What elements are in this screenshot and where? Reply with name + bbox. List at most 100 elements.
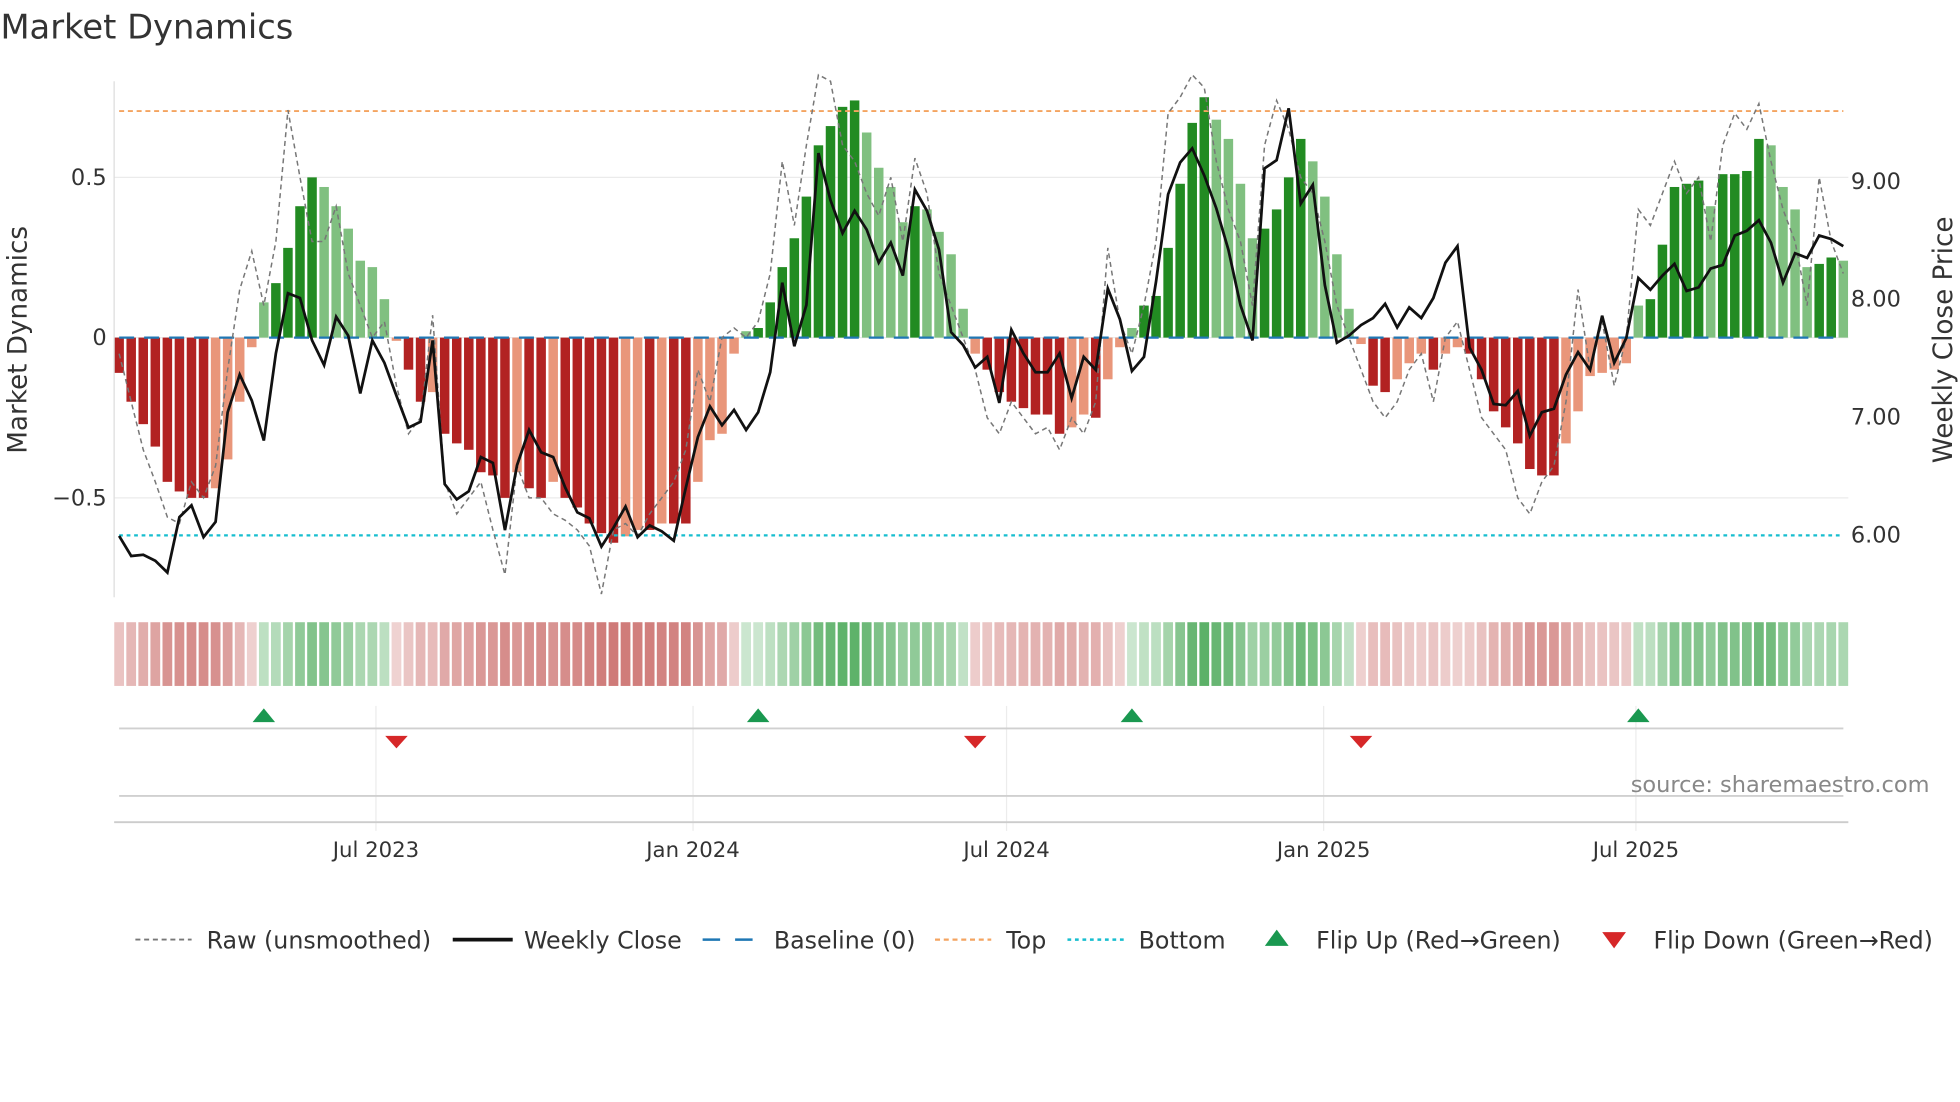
regime-cell [548, 622, 559, 686]
y-tick-label: 0.5 [71, 165, 107, 191]
regime-cell [813, 622, 824, 686]
legend-label: Top [1005, 926, 1046, 954]
regime-cell [222, 622, 233, 686]
dynamics-bar [644, 337, 655, 530]
dynamics-bar [1525, 337, 1535, 470]
regime-cell [463, 622, 474, 686]
regime-cell [271, 622, 281, 686]
dynamics-bar [379, 299, 390, 338]
dynamics-bar [970, 337, 980, 354]
regime-cell [234, 622, 245, 686]
dynamics-bar [1392, 337, 1402, 380]
dynamics-bar [1537, 337, 1547, 476]
regime-cell [1428, 622, 1439, 686]
regime-cell [910, 622, 920, 686]
regime-cell [1211, 622, 1222, 686]
regime-cell [1573, 622, 1583, 686]
regime-cell [982, 622, 993, 686]
dynamics-bar [1416, 337, 1427, 354]
dynamics-bar [825, 126, 836, 338]
dynamics-bar [295, 206, 305, 338]
regime-cell [488, 622, 498, 686]
dynamics-bar [439, 337, 450, 434]
regime-cell [1729, 622, 1740, 686]
legend-label: Flip Up (Red→Green) [1316, 926, 1561, 954]
dynamics-bar [307, 177, 317, 338]
legend-label: Weekly Close [524, 926, 682, 954]
regime-cell [1717, 622, 1728, 686]
regime-cell [1464, 622, 1475, 686]
regime-cell [295, 622, 305, 686]
regime-cell [1669, 622, 1680, 686]
regime-cell [512, 622, 522, 686]
legend: Raw (unsmoothed) Weekly Close Baseline (0)… [135, 926, 1933, 954]
dynamics-bar [1657, 244, 1668, 338]
dynamics-bar [1368, 337, 1378, 386]
regime-cell [765, 622, 776, 686]
dynamics-bar [753, 328, 763, 338]
regime-cell [1500, 622, 1511, 686]
regime-cell [1561, 622, 1571, 686]
dynamics-bar [705, 337, 715, 441]
x-tick-label: Jul 2025 [1591, 838, 1679, 863]
dynamics-bar [1030, 337, 1041, 415]
regime-cell [753, 622, 764, 686]
dynamics-bar [1790, 209, 1800, 338]
dynamics-bar [1428, 337, 1439, 370]
regime-cell [1766, 622, 1776, 686]
regime-cell [1054, 622, 1065, 686]
regime-cell [1090, 622, 1101, 686]
dynamics-bar [958, 308, 968, 338]
regime-cell [1283, 622, 1294, 686]
dynamics-bar [1681, 183, 1692, 338]
regime-cell [150, 622, 161, 686]
regime-cell [1633, 622, 1644, 686]
regime-cell [1307, 622, 1318, 686]
dynamics-bar [1404, 337, 1414, 364]
dynamics-bar [681, 337, 691, 524]
regime-cell [1344, 622, 1354, 686]
regime-cell [1416, 622, 1427, 686]
dynamics-bar [150, 337, 161, 447]
y2-tick-label: 6.00 [1851, 522, 1901, 548]
regime-cell [584, 622, 595, 686]
dynamics-bar [247, 337, 257, 348]
dynamics-bar [1621, 337, 1632, 364]
regime-cell [186, 622, 197, 686]
dynamics-bar [1199, 97, 1210, 338]
regime-cell [415, 622, 426, 686]
regime-cell [198, 622, 209, 686]
regime-cell [1247, 622, 1258, 686]
regime-cell [114, 622, 125, 686]
y-axis-label: Market Dynamics [4, 226, 34, 454]
dynamics-bar [1211, 119, 1222, 338]
regime-cell [355, 622, 366, 686]
regime-strip [114, 622, 1849, 686]
dynamics-bar [1078, 337, 1089, 415]
regime-cell [897, 622, 908, 686]
dynamics-bar [259, 302, 269, 338]
dynamics-bar [186, 337, 197, 498]
dynamics-bar [1103, 337, 1113, 380]
x-tick-label: Jul 2023 [331, 838, 419, 863]
regime-cell [789, 622, 800, 686]
regime-cell [1536, 622, 1547, 686]
dynamics-bar [1561, 337, 1571, 444]
regime-cell [801, 622, 812, 686]
regime-cell [1645, 622, 1656, 686]
regime-cell [1199, 622, 1210, 686]
dynamics-bar [536, 337, 546, 498]
dynamics-bar [1271, 209, 1282, 338]
regime-cell [138, 622, 149, 686]
regime-cell [1778, 622, 1788, 686]
dynamics-bar [403, 337, 414, 370]
dynamics-bar [1754, 138, 1764, 338]
regime-cell [1271, 622, 1282, 686]
dynamics-bar [1259, 228, 1270, 338]
regime-cell [560, 622, 571, 686]
dynamics-bar [1597, 337, 1607, 373]
x-tick-label: Jan 2024 [644, 838, 740, 863]
dynamics-bar [1778, 186, 1788, 338]
regime-cell [331, 622, 342, 686]
dynamics-bar [608, 337, 619, 543]
